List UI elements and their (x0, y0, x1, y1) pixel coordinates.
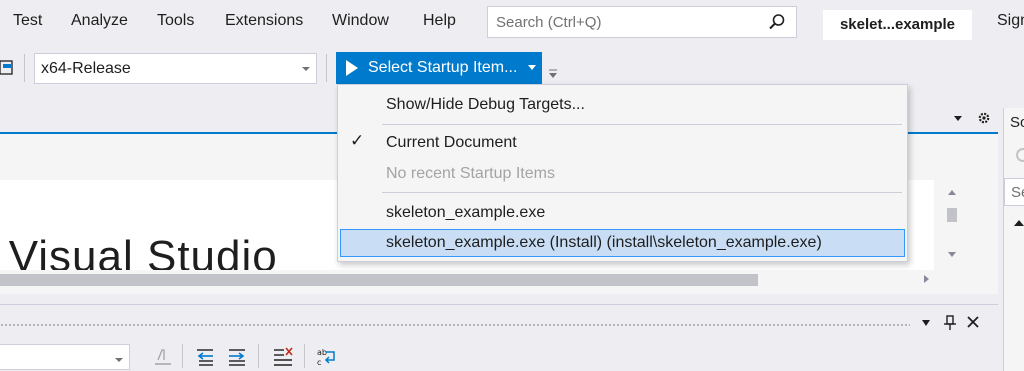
configuration-value: x64-Release (41, 60, 131, 77)
menu-item-label: Show/Hide Debug Targets... (386, 96, 585, 113)
menu-extensions[interactable]: Extensions (225, 12, 303, 30)
startup-item-menu: Show/Hide Debug Targets... ✓ Current Doc… (337, 84, 908, 262)
search-placeholder: Se (1011, 184, 1024, 201)
toolbar-separator (24, 54, 25, 82)
pin-icon[interactable] (943, 315, 957, 331)
menu-item-show-hide-debug-targets[interactable]: Show/Hide Debug Targets... (338, 91, 907, 119)
toggle-word-wrap-icon[interactable]: ab c (316, 346, 338, 368)
menu-analyze[interactable]: Analyze (71, 12, 128, 30)
find-message-icon[interactable] (152, 346, 174, 368)
scroll-thumb[interactable] (947, 208, 957, 222)
previous-message-icon[interactable] (194, 346, 216, 368)
menu-item-skeleton-install[interactable]: skeleton_example.exe (Install) (install\… (340, 229, 905, 257)
menu-test[interactable]: Test (13, 12, 42, 30)
drag-grip[interactable] (0, 323, 910, 327)
toolbar-overflow-icon[interactable] (548, 68, 558, 80)
menu-item-label: skeleton_example.exe (386, 204, 546, 221)
toolbar-separator (326, 54, 327, 82)
menu-item-label: Current Document (386, 134, 517, 151)
svg-text:c: c (317, 358, 321, 367)
scroll-down-icon[interactable] (948, 252, 956, 257)
startup-button-label: Select Startup Item... (368, 59, 518, 76)
search-icon[interactable] (768, 13, 786, 31)
solution-explorer-panel: So Se (1003, 108, 1024, 371)
scroll-up-icon[interactable] (948, 190, 956, 195)
next-message-icon[interactable] (226, 346, 248, 368)
toolbar-separator (304, 344, 305, 368)
toolbar-separator (182, 344, 183, 368)
play-icon (346, 60, 358, 76)
toolbar-separator (258, 344, 259, 368)
solution-configuration-dropdown[interactable]: x64-Release (34, 53, 317, 84)
menu-bar: Test Analyze Tools Extensions Window Hel… (0, 0, 1024, 46)
close-icon[interactable] (966, 315, 980, 329)
start-page-heading: n Visual Studio (0, 232, 278, 270)
panel-title: So (1010, 114, 1024, 131)
menu-separator (382, 192, 902, 193)
sign-in-link[interactable]: Sign (997, 12, 1024, 30)
scroll-right-icon[interactable] (924, 275, 929, 283)
menu-item-skeleton-exe[interactable]: skeleton_example.exe (338, 199, 907, 227)
save-all-icon[interactable] (0, 58, 14, 78)
chevron-down-icon[interactable] (528, 65, 536, 70)
tool-window-toolbar: ab c (0, 340, 998, 371)
menu-item-label: No recent Startup Items (386, 165, 555, 182)
menu-item-no-recent: No recent Startup Items (338, 160, 907, 188)
select-startup-item-button[interactable]: Select Startup Item... (336, 52, 542, 84)
menu-separator (382, 124, 902, 125)
editor-horizontal-scrollbar[interactable] (0, 270, 941, 290)
window-position-dropdown-icon[interactable] (921, 319, 931, 327)
checkmark-icon: ✓ (350, 131, 365, 150)
tab-list-dropdown-icon[interactable] (953, 114, 963, 122)
menu-tools[interactable]: Tools (157, 12, 194, 30)
menu-window[interactable]: Window (332, 12, 389, 30)
solution-search-input[interactable]: Se (1004, 178, 1024, 206)
gear-icon[interactable] (977, 111, 991, 125)
output-source-dropdown[interactable] (0, 344, 130, 370)
splitter[interactable] (0, 294, 998, 304)
svg-text:ab: ab (317, 348, 327, 357)
back-icon[interactable] (1016, 148, 1024, 162)
clear-all-icon[interactable] (272, 346, 294, 368)
menu-item-current-document[interactable]: ✓ Current Document (338, 129, 907, 157)
editor-vertical-scrollbar[interactable] (941, 178, 965, 270)
scroll-thumb[interactable] (0, 274, 758, 286)
tool-window-title-bar (0, 304, 998, 340)
chevron-down-icon (302, 67, 310, 71)
search-input[interactable]: Search (Ctrl+Q) (487, 6, 797, 38)
solution-title: skelet...example (823, 10, 972, 40)
expand-triangle-icon[interactable] (1014, 220, 1024, 226)
chevron-down-icon (115, 358, 123, 362)
menu-help[interactable]: Help (423, 12, 456, 30)
menu-item-label: skeleton_example.exe (Install) (install\… (386, 234, 822, 251)
search-placeholder: Search (Ctrl+Q) (496, 14, 602, 31)
